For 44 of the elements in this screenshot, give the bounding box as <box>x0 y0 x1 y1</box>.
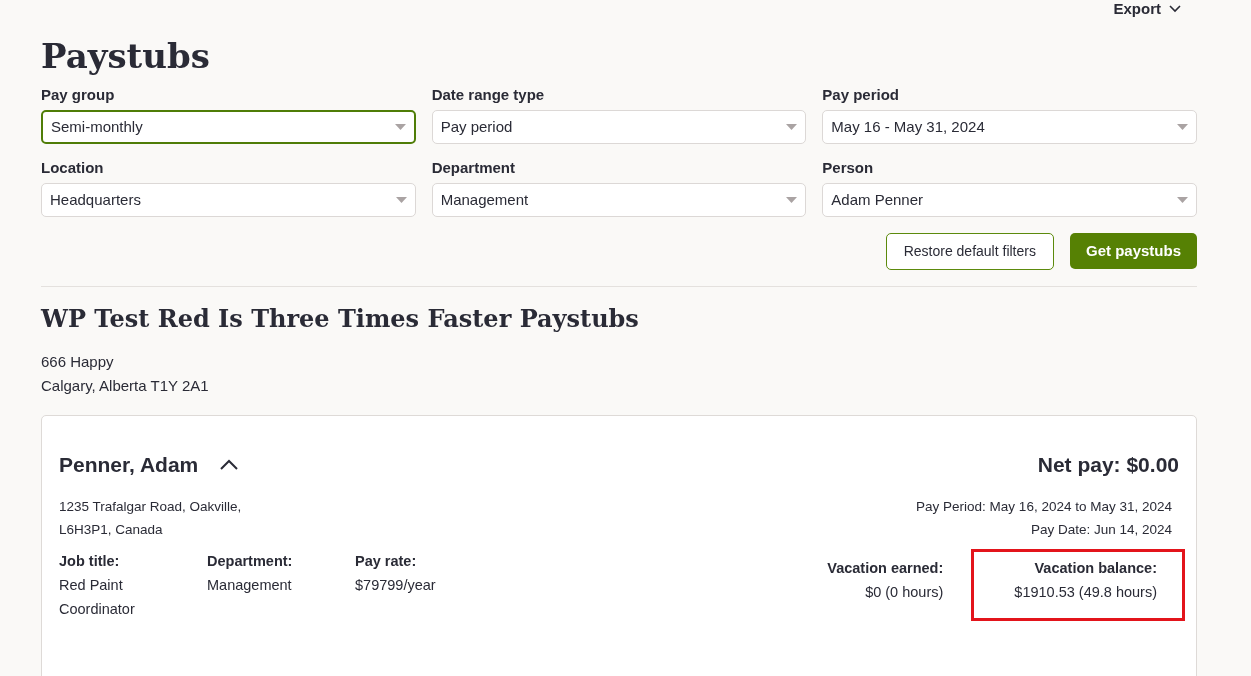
pay-period-line: Pay Period: May 16, 2024 to May 31, 2024 <box>916 497 1172 516</box>
filter-label: Person <box>822 159 875 177</box>
select-field[interactable]: Headquarters <box>41 183 416 217</box>
filter-label: Pay period <box>822 86 901 104</box>
vacation-value: $1910.53 (49.8 hours) <box>1014 582 1157 602</box>
vacation-value: $0 (0 hours) <box>865 582 944 602</box>
vacation-label: Vacation balance: <box>1034 558 1157 578</box>
dropdown-caret-icon <box>786 124 798 130</box>
select-field[interactable]: May 16 - May 31, 2024 <box>822 110 1197 144</box>
filter-label: Location <box>41 159 105 177</box>
company-address-line: 666 Happy <box>41 352 115 372</box>
employee-name: Penner, Adam <box>59 452 199 478</box>
dropdown-caret-icon <box>786 197 798 203</box>
detail-label: Job title: <box>59 551 121 571</box>
dropdown-caret-icon <box>1177 197 1188 203</box>
restore-filters-button[interactable]: Restore default filters <box>885 233 1054 270</box>
employee-address-line: L6H3P1, Canada <box>59 520 164 539</box>
dropdown-caret-icon <box>1177 124 1188 130</box>
vacation-label: Vacation earned: <box>827 558 944 578</box>
detail-label: Pay rate: <box>355 551 418 571</box>
get-paystubs-button[interactable]: Get paystubs <box>1069 233 1197 269</box>
page-title: Paystubs <box>41 35 211 78</box>
detail-value: Red Paint <box>59 575 124 595</box>
pay-period-line: Pay Date: Jun 14, 2024 <box>1030 520 1172 539</box>
detail-value: $79799/year <box>355 575 437 595</box>
select-field[interactable]: Management <box>431 183 807 217</box>
detail-value: Management <box>207 575 293 595</box>
dropdown-caret-icon <box>394 124 406 130</box>
filter-label: Department <box>431 159 516 177</box>
detail-label: Department: <box>207 551 294 571</box>
select-field[interactable]: Adam Penner <box>822 183 1197 217</box>
employee-address-line: 1235 Trafalgar Road, Oakville, <box>59 497 242 516</box>
company-title: WP Test Red Is Three Times Faster Paystubs <box>41 303 640 335</box>
chevron-down-icon <box>1169 5 1181 13</box>
export-menu-button[interactable]: Export <box>1113 0 1181 18</box>
detail-value: Coordinator <box>59 599 136 619</box>
filter-label: Date range type <box>431 86 546 104</box>
dropdown-caret-icon <box>395 197 407 203</box>
select-field[interactable]: Pay period <box>431 110 807 144</box>
select-field[interactable]: Semi-monthly <box>41 110 416 144</box>
filter-label: Pay group <box>41 86 116 104</box>
chevron-up-icon <box>220 459 239 471</box>
net-pay: Net pay: $0.00 <box>1037 452 1179 478</box>
company-address-line: Calgary, Alberta T1Y 2A1 <box>41 376 210 396</box>
